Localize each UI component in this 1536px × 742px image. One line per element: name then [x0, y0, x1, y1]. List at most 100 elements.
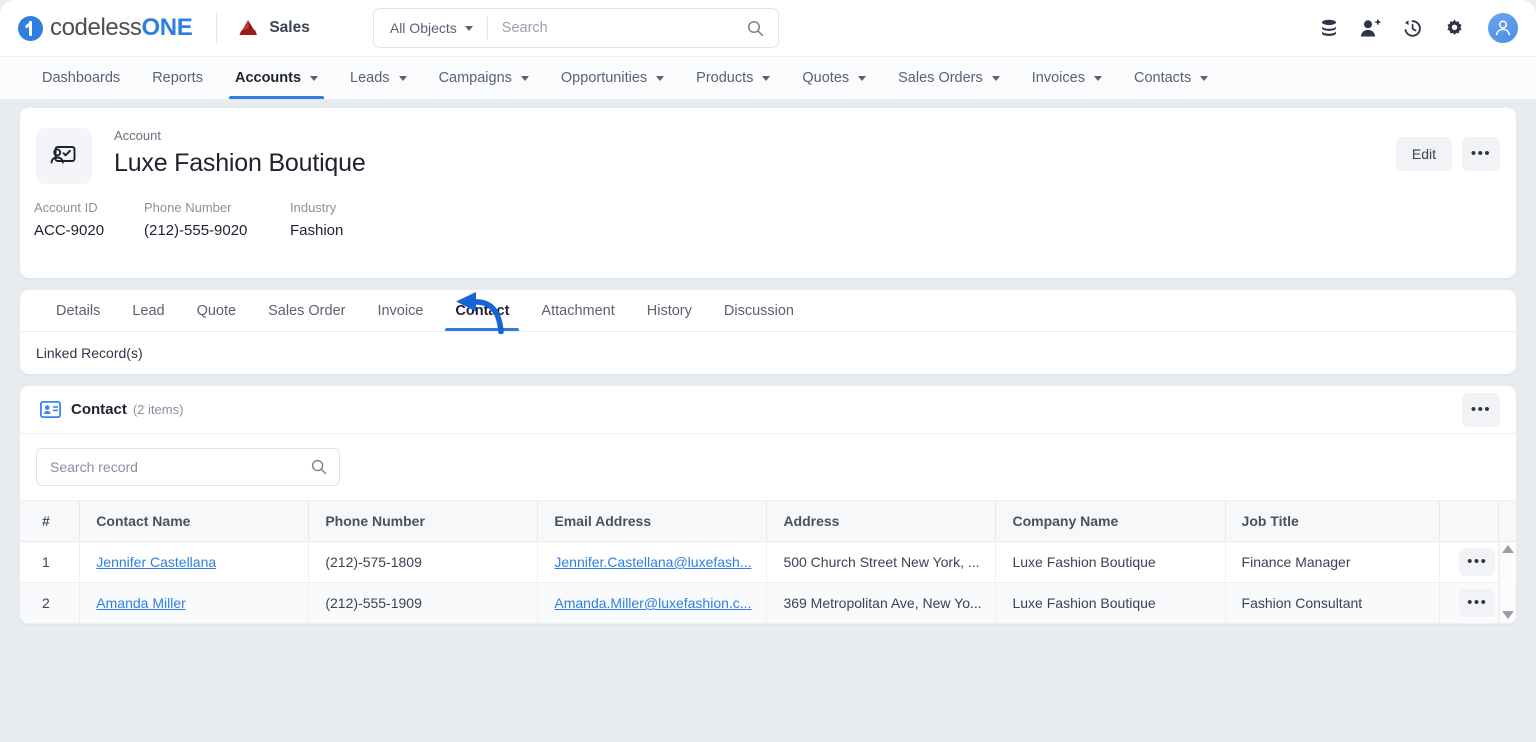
history-icon[interactable] — [1402, 18, 1423, 39]
nav-label: Campaigns — [438, 70, 512, 86]
gear-icon[interactable] — [1444, 18, 1465, 39]
chevron-down-icon — [398, 75, 407, 81]
nav-item-campaigns[interactable]: Campaigns — [423, 57, 545, 99]
row-more-button[interactable]: ••• — [1459, 548, 1496, 576]
cell-address: 500 Church Street New York, ... — [766, 541, 997, 583]
nav-item-quotes[interactable]: Quotes — [786, 57, 882, 99]
nav-item-dashboards[interactable]: Dashboards — [26, 57, 136, 99]
contact-list-title: Contact — [71, 401, 127, 418]
top-bar: codelessONE Sales All Objects — [0, 0, 1536, 56]
chevron-down-icon — [464, 25, 473, 31]
database-icon[interactable] — [1318, 18, 1339, 39]
add-user-icon[interactable] — [1360, 18, 1381, 39]
record-more-button[interactable]: ••• — [1462, 137, 1500, 171]
tab-label: Discussion — [723, 302, 794, 319]
field-label: Industry — [290, 200, 337, 215]
nav-label: Contacts — [1133, 70, 1192, 86]
tab-discussion[interactable]: Discussion — [708, 290, 810, 331]
search-icon[interactable] — [311, 459, 327, 475]
object-filter-label: All Objects — [389, 20, 457, 36]
record-actions: Edit ••• — [1395, 137, 1500, 171]
tab-label: Invoice — [377, 302, 424, 319]
cell-phone: (212)-555-1909 — [308, 582, 539, 624]
tab-history[interactable]: History — [631, 290, 708, 331]
tab-sales-order[interactable]: Sales Order — [252, 290, 361, 331]
nav-item-contacts[interactable]: Contacts — [1118, 57, 1224, 99]
contact-grid-wrap: # Contact Name Phone Number Email Addres… — [20, 501, 1516, 624]
more-icon: ••• — [1467, 553, 1488, 570]
linked-records-label: Linked Record(s) — [36, 345, 143, 361]
nav-item-leads[interactable]: Leads — [334, 57, 423, 99]
field-industry: Industry Fashion — [290, 200, 343, 239]
object-filter-dropdown[interactable]: All Objects — [374, 9, 487, 47]
sales-app-label: Sales — [269, 19, 310, 36]
tab-label: History — [646, 302, 692, 319]
table-scrollbar[interactable] — [1499, 542, 1515, 622]
nav-item-accounts[interactable]: Accounts — [219, 57, 334, 99]
nav-label: Reports — [152, 70, 203, 86]
tab-attachment[interactable]: Attachment — [525, 290, 630, 331]
table-row[interactable]: 2 Amanda Miller (212)-555-1909 Amanda.Mi… — [20, 582, 1516, 624]
search-icon[interactable] — [747, 20, 764, 37]
col-index[interactable]: # — [20, 501, 81, 542]
nav-item-products[interactable]: Products — [680, 57, 786, 99]
app-switcher-sales[interactable]: Sales — [237, 19, 310, 37]
scroll-up-arrow-icon[interactable] — [1501, 545, 1514, 553]
col-job-title[interactable]: Job Title — [1225, 501, 1441, 542]
nav-label: Dashboards — [42, 70, 121, 86]
table-row[interactable]: 1 Jennifer Castellana (212)-575-1809 Jen… — [20, 541, 1516, 583]
email-link[interactable]: Amanda.Miller@luxefashion.c... — [554, 595, 751, 611]
col-company-name[interactable]: Company Name — [995, 501, 1226, 542]
tab-invoice[interactable]: Invoice — [361, 290, 439, 331]
global-search[interactable]: All Objects — [372, 8, 779, 48]
chevron-down-icon — [1200, 75, 1209, 81]
tab-label: Sales Order — [268, 302, 346, 319]
record-titles: Account Luxe Fashion Boutique — [114, 128, 366, 178]
tab-label: Quote — [196, 302, 237, 319]
field-label: Phone Number — [144, 200, 232, 215]
nav-item-opportunities[interactable]: Opportunities — [545, 57, 680, 99]
cell-email: Jennifer.Castellana@luxefash... — [537, 541, 768, 583]
app-logo[interactable]: codelessONE — [18, 14, 193, 42]
search-record-input[interactable] — [37, 449, 311, 485]
field-value: (212)-555-9020 — [144, 222, 248, 239]
contact-name-link[interactable]: Amanda Miller — [96, 595, 185, 611]
search-input[interactable] — [487, 9, 747, 47]
nav-label: Opportunities — [560, 70, 648, 86]
col-address[interactable]: Address — [766, 501, 997, 542]
contact-list-more-button[interactable]: ••• — [1462, 392, 1500, 427]
nav-item-sales-orders[interactable]: Sales Orders — [882, 57, 1016, 99]
logo-text: codelessONE — [50, 14, 193, 42]
nav-label: Invoices — [1031, 70, 1085, 86]
codelessone-logo-icon — [18, 15, 43, 41]
nav-label: Sales Orders — [898, 70, 983, 86]
logo-text-part-2: ONE — [141, 14, 193, 41]
top-bar-icons — [1318, 13, 1518, 43]
tab-lead[interactable]: Lead — [116, 290, 180, 331]
nav-item-invoices[interactable]: Invoices — [1016, 57, 1118, 99]
col-phone-number[interactable]: Phone Number — [308, 501, 539, 542]
tab-label: Attachment — [541, 302, 615, 319]
cell-row-actions: ••• — [1439, 582, 1500, 624]
tab-contact[interactable]: Contact — [439, 290, 525, 331]
cell-index: 1 — [20, 541, 81, 583]
avatar[interactable] — [1488, 13, 1518, 43]
chevron-down-icon — [762, 75, 771, 81]
chevron-down-icon — [991, 75, 1000, 81]
email-link[interactable]: Jennifer.Castellana@luxefash... — [554, 554, 751, 570]
cell-email: Amanda.Miller@luxefashion.c... — [537, 582, 768, 624]
tab-label: Lead — [132, 302, 165, 319]
tab-quote[interactable]: Quote — [181, 290, 253, 331]
col-contact-name[interactable]: Contact Name — [79, 501, 310, 542]
record-search[interactable] — [36, 448, 340, 486]
chevron-down-icon — [520, 75, 529, 81]
contact-name-link[interactable]: Jennifer Castellana — [96, 554, 216, 570]
nav-item-reports[interactable]: Reports — [136, 57, 219, 99]
scroll-down-arrow-icon[interactable] — [1501, 611, 1514, 619]
col-email-address[interactable]: Email Address — [537, 501, 768, 542]
edit-button[interactable]: Edit — [1395, 137, 1452, 171]
tab-details[interactable]: Details — [40, 290, 116, 331]
row-more-button[interactable]: ••• — [1459, 589, 1496, 617]
field-label: Account ID — [34, 200, 98, 215]
cell-row-actions: ••• — [1439, 541, 1500, 583]
